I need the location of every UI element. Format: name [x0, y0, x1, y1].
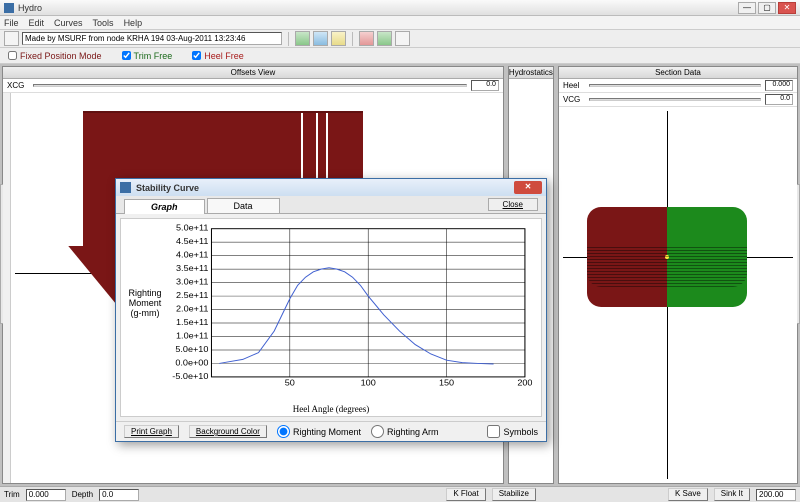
svg-text:1.5e+11: 1.5e+11: [176, 317, 209, 327]
minimize-button[interactable]: —: [738, 2, 756, 14]
heel-label: Heel: [563, 81, 585, 90]
pane-title-left: Offsets View: [3, 67, 503, 79]
trim-label: Trim: [4, 490, 20, 499]
bg-color-button[interactable]: Background Color: [189, 425, 267, 438]
radio-righting-arm[interactable]: Righting Arm: [371, 425, 439, 438]
svg-text:200: 200: [517, 378, 532, 388]
svg-text:2.0e+11: 2.0e+11: [176, 304, 209, 314]
ksave-button[interactable]: K Save: [668, 488, 708, 501]
svg-text:0.0e+00: 0.0e+00: [175, 358, 208, 368]
svg-text:4.5e+11: 4.5e+11: [176, 236, 209, 246]
heel-value[interactable]: 0.000: [765, 80, 793, 91]
sinkit-button[interactable]: Sink It: [714, 488, 750, 501]
svg-text:4.0e+11: 4.0e+11: [176, 250, 209, 260]
svg-text:-5.0e+10: -5.0e+10: [172, 371, 208, 381]
toolbar-btn-2[interactable]: [313, 31, 328, 46]
section-canvas[interactable]: [559, 107, 797, 483]
dialog-close-button[interactable]: Close: [488, 198, 538, 211]
toolbar-btn-6[interactable]: [395, 31, 410, 46]
dialog-close-icon[interactable]: ✕: [514, 181, 542, 194]
zoom-field[interactable]: 200.00: [756, 489, 796, 501]
status-bar: Trim 0.000 Depth 0.0 K Float Stabilize K…: [0, 486, 800, 502]
dialog-icon: [120, 182, 131, 193]
svg-text:5.0e+10: 5.0e+10: [175, 344, 208, 354]
menu-tools[interactable]: Tools: [93, 18, 114, 28]
app-title: Hydro: [18, 3, 738, 13]
opt-fixed-position[interactable]: Fixed Position Mode: [8, 51, 102, 61]
svg-text:3.5e+11: 3.5e+11: [176, 263, 209, 273]
menu-help[interactable]: Help: [124, 18, 143, 28]
depth-label: Depth: [72, 490, 93, 499]
stability-curve-dialog: Stability Curve ✕ Graph Data Close Right…: [115, 178, 547, 442]
svg-text:100: 100: [361, 378, 376, 388]
menu-curves[interactable]: Curves: [54, 18, 83, 28]
svg-text:150: 150: [439, 378, 454, 388]
heel-slider[interactable]: [589, 84, 761, 87]
opt-trim-free[interactable]: Trim Free: [122, 51, 173, 61]
xcg-value[interactable]: 0.0: [471, 80, 499, 91]
tab-data[interactable]: Data: [207, 198, 280, 213]
toolbar-btn-3[interactable]: [331, 31, 346, 46]
vcg-value[interactable]: 0.0: [765, 94, 793, 105]
menu-file[interactable]: File: [4, 18, 19, 28]
toolbar-btn-4[interactable]: [359, 31, 374, 46]
menu-bar: File Edit Curves Tools Help: [0, 16, 800, 30]
svg-text:3.0e+11: 3.0e+11: [176, 277, 209, 287]
chart-xlabel: Heel Angle (degrees): [121, 404, 541, 414]
print-graph-button[interactable]: Print Graph: [124, 425, 179, 438]
trim-field[interactable]: 0.000: [26, 489, 66, 501]
toolbar-btn-1[interactable]: [295, 31, 310, 46]
close-button[interactable]: ✕: [778, 2, 796, 14]
toolbar-open-icon[interactable]: [4, 31, 19, 46]
depth-field[interactable]: 0.0: [99, 489, 139, 501]
svg-text:1.0e+11: 1.0e+11: [176, 331, 209, 341]
kfloat-button[interactable]: K Float: [446, 488, 485, 501]
maximize-button[interactable]: ▢: [758, 2, 776, 14]
vcg-slider[interactable]: [589, 98, 761, 101]
chart-ylabel: Righting Moment (g-mm): [123, 289, 167, 319]
vcg-slider-row: VCG 0.0: [559, 93, 797, 107]
svg-text:2.5e+11: 2.5e+11: [176, 290, 209, 300]
dialog-tabs: Graph Data Close: [116, 196, 546, 214]
app-icon: [4, 3, 14, 13]
vcg-label: VCG: [563, 95, 585, 104]
hull-section-view: [587, 207, 747, 307]
radio-righting-moment[interactable]: Righting Moment: [277, 425, 361, 438]
dialog-button-row: Print Graph Background Color Righting Mo…: [116, 421, 546, 441]
xcg-slider-row: XCG 0.0: [3, 79, 503, 93]
xcg-slider[interactable]: [33, 84, 467, 87]
stabilize-button[interactable]: Stabilize: [492, 488, 536, 501]
center-marker-icon: [665, 255, 669, 259]
pane-title-mid: Hydrostatics: [509, 67, 553, 79]
toolbar-description-field[interactable]: Made by MSURF from node KRHA 194 03-Aug-…: [22, 32, 282, 45]
menu-edit[interactable]: Edit: [29, 18, 45, 28]
pane-title-right: Section Data: [559, 67, 797, 79]
dialog-titlebar[interactable]: Stability Curve ✕: [116, 179, 546, 196]
section-data-pane: Section Data Heel 0.000 VCG 0.0: [558, 66, 798, 484]
xcg-label: XCG: [7, 81, 29, 90]
chart-area: Righting Moment (g-mm) Heel Angle (degre…: [120, 218, 542, 417]
chart-plot: 5.0e+11 4.5e+11 4.0e+11 3.5e+11 3.0e+11 2.5e+…: [169, 223, 533, 394]
symbols-checkbox[interactable]: Symbols: [487, 425, 538, 438]
dialog-title: Stability Curve: [136, 183, 199, 193]
options-row: Fixed Position Mode Trim Free Heel Free: [0, 48, 800, 64]
app-titlebar: Hydro — ▢ ✕: [0, 0, 800, 16]
svg-text:5.0e+11: 5.0e+11: [176, 223, 209, 233]
opt-heel-free[interactable]: Heel Free: [192, 51, 244, 61]
toolbar: Made by MSURF from node KRHA 194 03-Aug-…: [0, 30, 800, 48]
tab-graph[interactable]: Graph: [124, 199, 205, 214]
toolbar-btn-5[interactable]: [377, 31, 392, 46]
heel-slider-row: Heel 0.000: [559, 79, 797, 93]
svg-text:50: 50: [285, 378, 295, 388]
